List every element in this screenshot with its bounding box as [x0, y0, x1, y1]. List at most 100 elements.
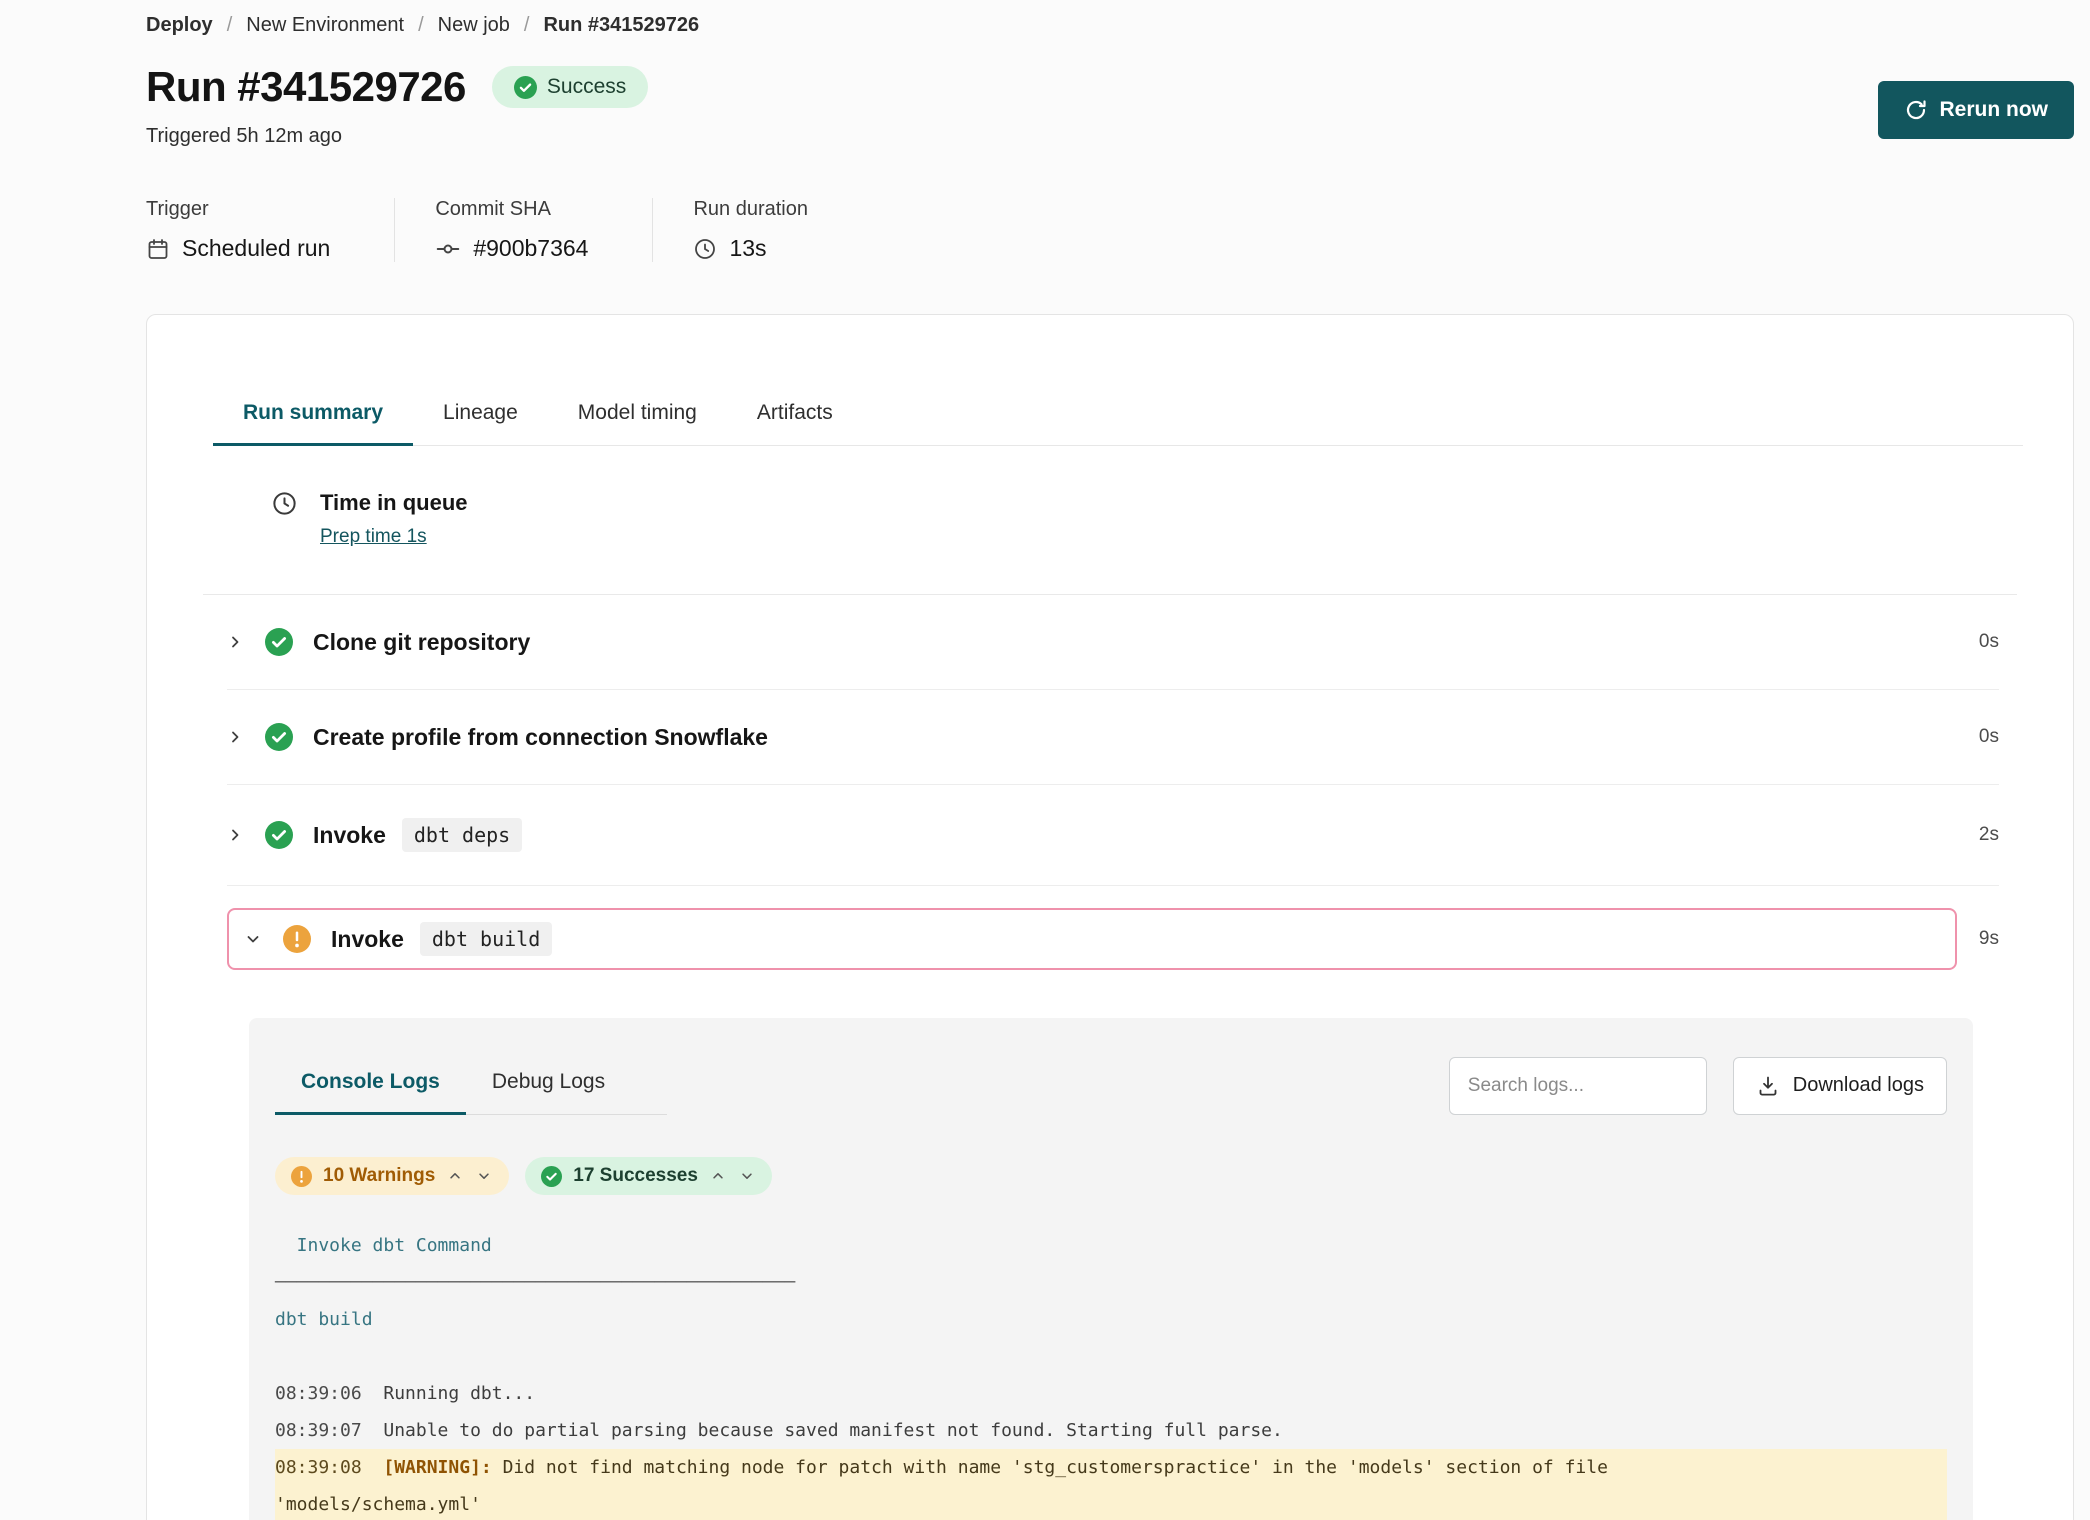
log-line: [275, 1338, 1947, 1375]
rerun-button[interactable]: Rerun now: [1878, 81, 2075, 139]
tab-artifacts[interactable]: Artifacts: [727, 385, 863, 446]
log-line-warning: 08:39:08[WARNING]:Did not find matching …: [275, 1449, 1947, 1520]
tab-run-summary[interactable]: Run summary: [213, 385, 413, 446]
breadcrumb-deploy[interactable]: Deploy: [146, 14, 213, 37]
step-create-profile[interactable]: Create profile from connection Snowflake…: [227, 689, 1999, 784]
log-line: Invoke dbt Command: [275, 1227, 1947, 1264]
log-text: Unable to do partial parsing because sav…: [383, 1420, 1282, 1441]
clock-icon: [271, 490, 298, 517]
run-summary-card: Run summary Lineage Model timing Artifac…: [146, 314, 2074, 1520]
download-logs-button[interactable]: Download logs: [1733, 1057, 1947, 1115]
warnings-badge-label: 10 Warnings: [323, 1165, 435, 1187]
step-duration: 2s: [1979, 824, 1999, 846]
log-timestamp: 08:39:06: [275, 1383, 362, 1404]
log-header: Console Logs Debug Logs Download logs: [275, 1056, 1947, 1115]
success-icon: [265, 628, 293, 656]
warning-icon: [283, 925, 311, 953]
trigger-label: Trigger: [146, 198, 330, 221]
breadcrumb: Deploy / New Environment / New job / Run…: [146, 14, 2074, 37]
tab-lineage[interactable]: Lineage: [413, 385, 548, 446]
prep-time-link[interactable]: Prep time 1s: [320, 526, 427, 548]
breadcrumb-new-job[interactable]: New job: [438, 14, 510, 37]
commit-icon: [435, 236, 461, 262]
chevron-right-icon[interactable]: [227, 729, 243, 745]
chevron-down-icon[interactable]: [475, 1167, 493, 1185]
tab-console-logs[interactable]: Console Logs: [275, 1056, 466, 1115]
breadcrumb-separator: /: [524, 14, 530, 37]
commit-value: #900b7364: [473, 235, 588, 262]
title-block: Run #341529726 Success Triggered 5h 12m …: [146, 63, 648, 148]
log-line: 08:39:07 Unable to do partial parsing bec…: [275, 1412, 1947, 1449]
warnings-badge: 10 Warnings: [275, 1157, 509, 1195]
meta-divider: [394, 198, 395, 262]
log-warning-prefix: [WARNING]:: [383, 1457, 491, 1478]
meta-commit: Commit SHA #900b7364: [435, 198, 652, 262]
triggered-time: Triggered 5h 12m ago: [146, 125, 648, 148]
tab-model-timing[interactable]: Model timing: [548, 385, 727, 446]
trigger-value: Scheduled run: [182, 235, 330, 262]
search-logs-input[interactable]: [1449, 1057, 1707, 1115]
chevron-down-icon[interactable]: [738, 1167, 756, 1185]
step-duration: 9s: [1979, 928, 1999, 950]
step-duration: 0s: [1979, 631, 1999, 653]
log-line: dbt build: [275, 1301, 1947, 1338]
log-line: 08:39:06 Running dbt...: [275, 1375, 1947, 1412]
status-badge: Success: [492, 66, 648, 108]
rerun-icon: [1904, 98, 1928, 122]
calendar-icon: [146, 237, 170, 261]
tab-bar: Run summary Lineage Model timing Artifac…: [213, 385, 2023, 446]
check-circle-icon: [514, 76, 537, 99]
run-detail-page: Deploy / New Environment / New job / Run…: [0, 0, 2090, 1520]
time-in-queue-section: Time in queue Prep time 1s: [203, 446, 2017, 595]
clock-icon: [693, 237, 717, 261]
download-icon: [1756, 1074, 1780, 1098]
commit-label: Commit SHA: [435, 198, 588, 221]
meta-trigger: Trigger Scheduled run: [146, 198, 394, 262]
step-label: Clone git repository: [313, 629, 530, 656]
meta-divider: [652, 198, 653, 262]
breadcrumb-separator: /: [227, 14, 233, 37]
duration-value: 13s: [729, 235, 766, 262]
chevron-right-icon[interactable]: [227, 827, 243, 843]
breadcrumb-current-run: Run #341529726: [543, 14, 699, 37]
step-clone-git-repository[interactable]: Clone git repository 0s: [227, 595, 1999, 689]
warning-icon: [291, 1166, 312, 1187]
check-circle-icon: [541, 1166, 562, 1187]
step-invoke-dbt-build[interactable]: Invoke dbt build: [227, 908, 1957, 970]
meta-duration: Run duration 13s: [693, 198, 872, 262]
chevron-right-icon[interactable]: [227, 634, 243, 650]
log-tab-bar: Console Logs Debug Logs: [275, 1056, 667, 1115]
console-log-output: Invoke dbt Command ─────────────────────…: [275, 1227, 1947, 1520]
page-header: Run #341529726 Success Triggered 5h 12m …: [146, 63, 2074, 148]
download-logs-label: Download logs: [1793, 1074, 1924, 1097]
run-meta: Trigger Scheduled run Commit SHA #900b73…: [146, 198, 2074, 262]
rerun-button-label: Rerun now: [1940, 98, 2049, 122]
run-steps: Clone git repository 0s Create profile f…: [227, 595, 1999, 1520]
chevron-down-icon[interactable]: [245, 931, 261, 947]
breadcrumb-new-environment[interactable]: New Environment: [246, 14, 404, 37]
log-text: Running dbt...: [383, 1383, 535, 1404]
step-duration: 0s: [1979, 726, 1999, 748]
step-command-chip: dbt build: [420, 922, 552, 956]
chevron-up-icon[interactable]: [709, 1167, 727, 1185]
successes-badge: 17 Successes: [525, 1157, 772, 1195]
successes-badge-label: 17 Successes: [573, 1165, 698, 1187]
queue-title: Time in queue: [320, 490, 468, 516]
duration-label: Run duration: [693, 198, 808, 221]
success-icon: [265, 723, 293, 751]
breadcrumb-separator: /: [418, 14, 424, 37]
log-separator: ────────────────────────────────────────…: [275, 1272, 795, 1293]
step-invoke-dbt-deps[interactable]: Invoke dbt deps 2s: [227, 784, 1999, 885]
success-icon: [265, 821, 293, 849]
log-text: dbt build: [275, 1309, 373, 1330]
step-label: Invoke: [331, 926, 404, 953]
step-label: Invoke: [313, 822, 386, 849]
log-filter-badges: 10 Warnings 17 Successes: [275, 1157, 1947, 1195]
step-invoke-dbt-build-row: Invoke dbt build 9s: [227, 885, 1999, 988]
status-badge-label: Success: [547, 75, 626, 99]
chevron-up-icon[interactable]: [446, 1167, 464, 1185]
log-timestamp: 08:39:08: [275, 1457, 362, 1478]
log-text: Invoke dbt Command: [297, 1235, 492, 1256]
tab-debug-logs[interactable]: Debug Logs: [466, 1056, 631, 1115]
log-timestamp: 08:39:07: [275, 1420, 362, 1441]
